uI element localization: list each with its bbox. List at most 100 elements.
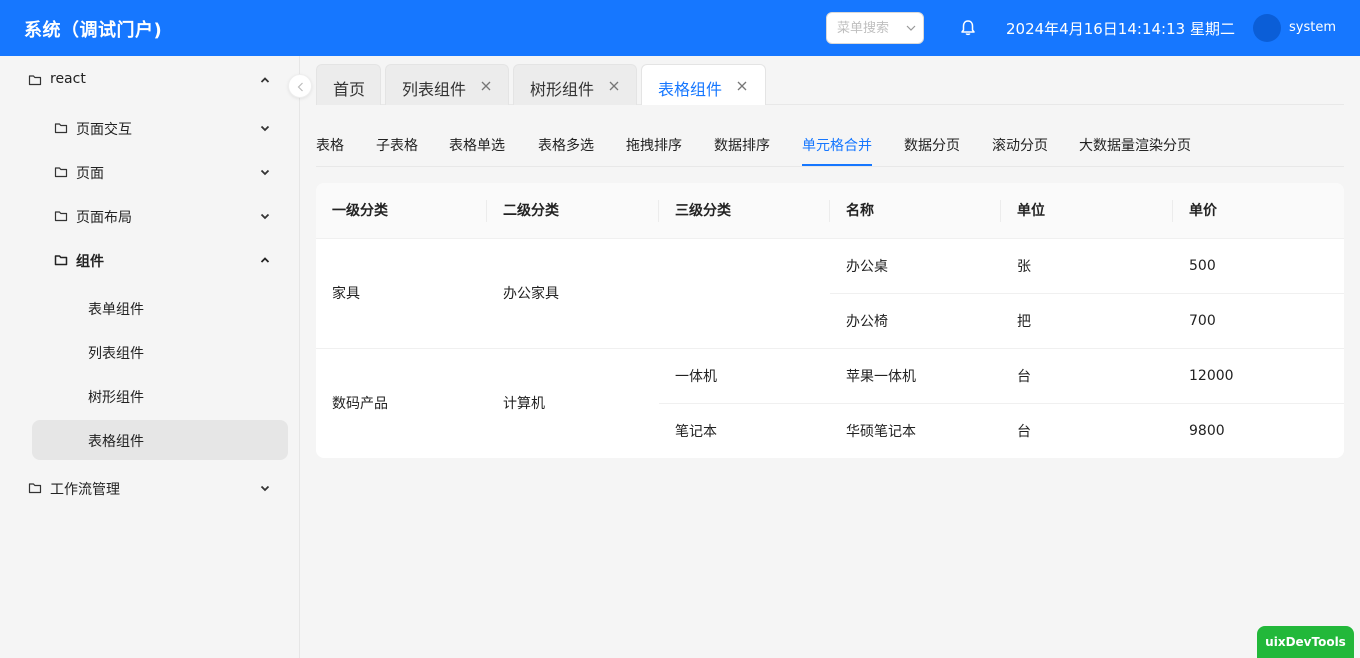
sidebar-item-label: 页面 xyxy=(76,166,104,182)
sidebar-item-label: 工作流管理 xyxy=(50,482,120,498)
table-cell: 计算机 xyxy=(487,348,659,458)
folder-icon xyxy=(28,483,42,494)
folder-icon xyxy=(54,255,68,266)
page-tab-label: 首页 xyxy=(333,80,366,99)
chevron-down-icon xyxy=(260,485,270,492)
table-cell: 12000 xyxy=(1173,348,1344,404)
sidebar-item-components[interactable]: 组件 xyxy=(32,240,288,280)
data-table: 一级分类 二级分类 三级分类 名称 单位 单价 家具 办公家具 办公桌 张 50… xyxy=(316,183,1344,458)
page-tab-bar: 首页 列表组件 树形组件 表格组件 xyxy=(316,64,1344,105)
table-cell: 华硕笔记本 xyxy=(830,403,1001,458)
tab-big-data-pagination[interactable]: 大数据量渲染分页 xyxy=(1079,135,1191,155)
table-cell: 9800 xyxy=(1173,403,1344,458)
close-icon[interactable] xyxy=(480,80,492,92)
column-header: 单价 xyxy=(1173,183,1344,239)
sidebar-item-workflow[interactable]: 工作流管理 xyxy=(16,468,288,508)
chevron-left-icon xyxy=(297,82,303,92)
table-cell: 台 xyxy=(1001,348,1173,404)
column-header: 三级分类 xyxy=(659,183,830,239)
table-cell: 500 xyxy=(1173,238,1344,294)
folder-icon xyxy=(54,211,68,222)
table-cell: 一体机 xyxy=(659,348,830,404)
devtools-button[interactable]: uixDevTools xyxy=(1257,626,1354,658)
column-header-label: 名称 xyxy=(846,203,874,220)
table-cell xyxy=(659,238,830,349)
menu-search-select[interactable] xyxy=(826,12,924,44)
tab-cell-merge[interactable]: 单元格合并 xyxy=(802,135,872,155)
column-header-label: 二级分类 xyxy=(503,203,559,220)
sidebar-item-label: 列表组件 xyxy=(88,346,144,362)
sidebar-item-form-component[interactable]: 表单组件 xyxy=(32,288,288,328)
column-header-label: 单位 xyxy=(1017,203,1045,220)
sidebar: react 页面交互 页面 页面布局 组件 表单组件 列表组件 树形组件 表格组… xyxy=(0,56,300,658)
table-cell: 办公桌 xyxy=(830,238,1001,294)
folder-icon xyxy=(54,123,68,134)
page-tab-label: 表格组件 xyxy=(658,80,723,99)
sidebar-item-label: 页面布局 xyxy=(76,210,132,226)
tab-drag-sort[interactable]: 拖拽排序 xyxy=(626,135,682,155)
sidebar-item-label: 树形组件 xyxy=(88,390,144,406)
tab-pagination[interactable]: 数据分页 xyxy=(904,135,960,155)
table-cell: 苹果一体机 xyxy=(830,348,1001,404)
page-tab-label: 树形组件 xyxy=(530,80,595,99)
sub-tab-bar: 表格 子表格 表格单选 表格多选 拖拽排序 数据排序 单元格合并 数据分页 滚动… xyxy=(316,128,1344,167)
table-cell: 办公家具 xyxy=(487,238,659,349)
table-cell: 把 xyxy=(1001,293,1173,349)
column-header-label: 一级分类 xyxy=(332,203,388,220)
chevron-down-icon xyxy=(260,213,270,220)
table-row: 家具 办公家具 办公桌 张 500 xyxy=(316,238,1344,349)
sidebar-item-page-interaction[interactable]: 页面交互 xyxy=(32,108,288,148)
column-header-label: 单价 xyxy=(1189,203,1217,220)
tab-sub-table[interactable]: 子表格 xyxy=(376,135,418,155)
table-cell: 办公椅 xyxy=(830,293,1001,349)
table-cell: 700 xyxy=(1173,293,1344,349)
folder-icon xyxy=(28,75,42,86)
table-cell: 数码产品 xyxy=(316,348,487,458)
sidebar-item-label: react xyxy=(50,71,86,87)
sidebar-item-tree-component[interactable]: 树形组件 xyxy=(32,376,288,416)
page-tab-list-component[interactable]: 列表组件 xyxy=(385,64,509,105)
sidebar-item-page-layout[interactable]: 页面布局 xyxy=(32,196,288,236)
close-icon[interactable] xyxy=(736,80,748,92)
sidebar-item-react[interactable]: react xyxy=(16,60,288,100)
chevron-up-icon xyxy=(260,257,270,263)
sidebar-item-list-component[interactable]: 列表组件 xyxy=(32,332,288,372)
sidebar-item-table-component[interactable]: 表格组件 xyxy=(32,420,288,460)
page-tab-tree-component[interactable]: 树形组件 xyxy=(513,64,637,105)
chevron-down-icon xyxy=(260,125,270,132)
tab-table[interactable]: 表格 xyxy=(316,135,344,155)
menu-search-input[interactable] xyxy=(837,13,909,43)
app-title: 系统（调试门户) xyxy=(24,20,163,41)
page-tab-home[interactable]: 首页 xyxy=(316,64,381,105)
current-datetime: 2024年4月16日14:14:13 星期二 xyxy=(1006,20,1235,38)
avatar[interactable] xyxy=(1253,14,1281,42)
table-cell: 张 xyxy=(1001,238,1173,294)
sidebar-item-label: 页面交互 xyxy=(76,122,132,138)
column-header: 单位 xyxy=(1001,183,1173,239)
sidebar-collapse-button[interactable] xyxy=(288,74,312,98)
column-header: 名称 xyxy=(830,183,1001,239)
table-cell: 笔记本 xyxy=(659,403,830,458)
merged-cell-table: 一级分类 二级分类 三级分类 名称 单位 单价 家具 办公家具 办公桌 张 50… xyxy=(316,183,1344,458)
tab-scroll-pagination[interactable]: 滚动分页 xyxy=(992,135,1048,155)
tab-multi-select[interactable]: 表格多选 xyxy=(538,135,594,155)
column-header-label: 三级分类 xyxy=(675,203,731,220)
table-cell: 家具 xyxy=(316,238,487,349)
close-icon[interactable] xyxy=(608,80,620,92)
chevron-down-icon xyxy=(260,169,270,176)
page-tab-table-component[interactable]: 表格组件 xyxy=(641,64,766,105)
column-header: 二级分类 xyxy=(487,183,659,239)
chevron-up-icon xyxy=(260,77,270,83)
sidebar-item-page[interactable]: 页面 xyxy=(32,152,288,192)
folder-icon xyxy=(54,167,68,178)
chevron-down-icon xyxy=(906,25,916,31)
bell-icon[interactable] xyxy=(958,18,978,38)
username[interactable]: system xyxy=(1289,20,1336,35)
active-tab-indicator xyxy=(802,164,872,166)
sidebar-item-label: 组件 xyxy=(76,254,104,270)
tab-data-sort[interactable]: 数据排序 xyxy=(714,135,770,155)
tab-single-select[interactable]: 表格单选 xyxy=(449,135,505,155)
table-cell: 台 xyxy=(1001,403,1173,458)
column-header: 一级分类 xyxy=(316,183,487,239)
sidebar-item-label: 表单组件 xyxy=(88,302,144,318)
